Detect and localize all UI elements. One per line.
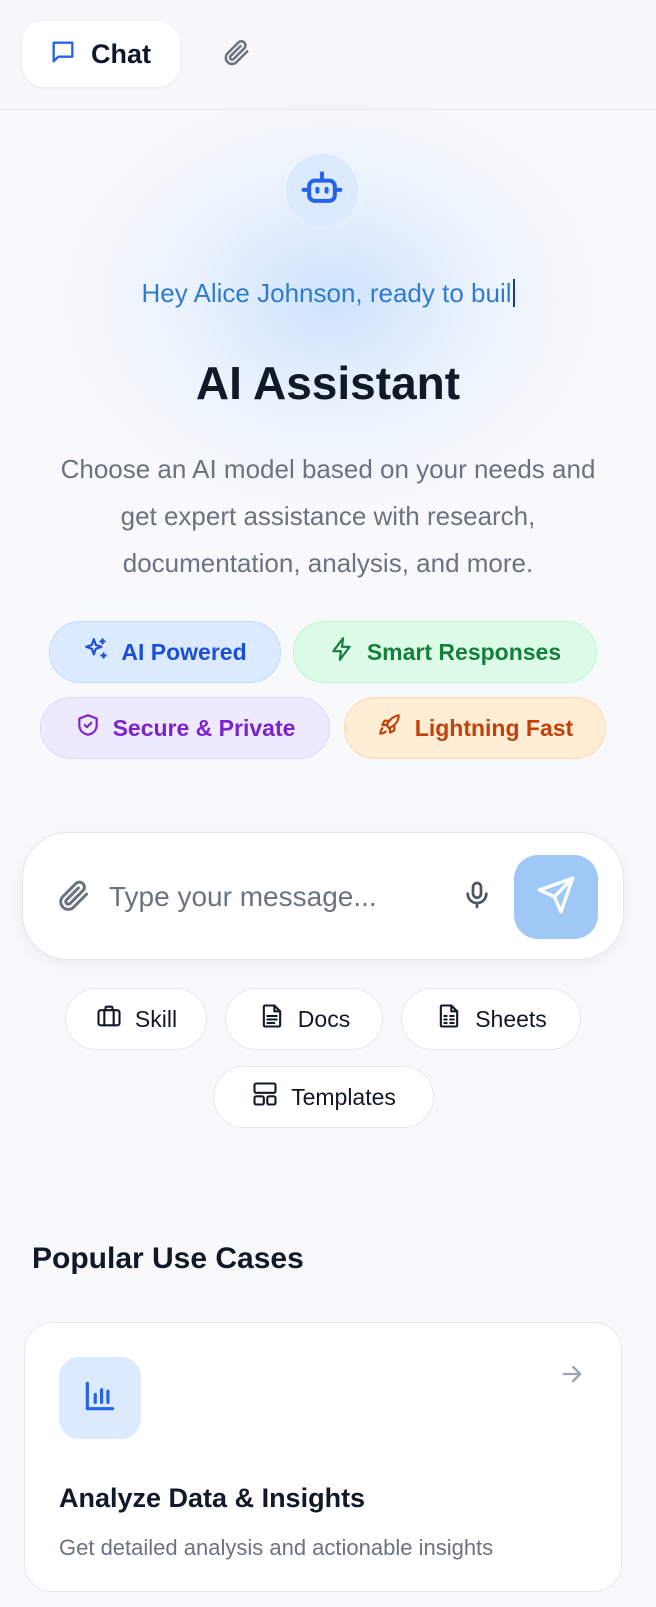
document-icon bbox=[258, 1002, 286, 1036]
tool-chip-templates[interactable]: Templates bbox=[213, 1066, 434, 1128]
tool-chip-skill[interactable]: Skill bbox=[65, 988, 207, 1050]
message-composer bbox=[22, 832, 624, 960]
send-icon bbox=[536, 875, 576, 920]
message-input[interactable] bbox=[109, 867, 449, 927]
spreadsheet-icon bbox=[435, 1002, 463, 1036]
attach-file-button[interactable] bbox=[53, 877, 93, 917]
feature-pill-secure-private: Secure & Private bbox=[40, 697, 330, 759]
use-case-title: Analyze Data & Insights bbox=[59, 1483, 366, 1513]
greeting-text: Hey Alice Johnson, ready to buil bbox=[141, 278, 512, 308]
tab-chat[interactable]: Chat bbox=[22, 21, 180, 87]
tool-chip-docs[interactable]: Docs bbox=[225, 988, 383, 1050]
rocket-icon bbox=[377, 712, 403, 744]
app-page: Chat Hey Alice Johnson, ready to buil AI… bbox=[0, 0, 656, 1607]
page-subtitle: Choose an AI model based on your needs a… bbox=[60, 454, 596, 578]
bot-avatar bbox=[286, 154, 358, 226]
feature-pill-ai-powered: AI Powered bbox=[49, 621, 281, 683]
paperclip-icon bbox=[221, 37, 251, 72]
tool-chip-label: Templates bbox=[291, 1083, 396, 1110]
feature-label: AI Powered bbox=[121, 638, 247, 665]
sparkles-icon bbox=[83, 636, 109, 668]
tab-chat-label: Chat bbox=[91, 38, 151, 69]
shield-icon bbox=[75, 712, 101, 744]
tool-chip-label: Skill bbox=[134, 1005, 178, 1032]
tool-chip-label: Sheets bbox=[475, 1005, 547, 1032]
microphone-icon bbox=[461, 879, 493, 916]
tool-chip-label: Docs bbox=[297, 1005, 351, 1032]
feature-label: Lightning Fast bbox=[414, 714, 574, 741]
robot-icon bbox=[300, 166, 344, 215]
greeting-typing-text: Hey Alice Johnson, ready to buil bbox=[0, 278, 656, 309]
voice-input-button[interactable] bbox=[457, 877, 497, 917]
send-button[interactable] bbox=[514, 855, 598, 939]
layout-icon bbox=[251, 1080, 279, 1114]
briefcase-icon bbox=[95, 1002, 123, 1036]
chat-bubble-icon bbox=[49, 38, 77, 71]
feature-pill-lightning-fast: Lightning Fast bbox=[344, 697, 606, 759]
bar-chart-icon bbox=[81, 1377, 119, 1420]
feature-label: Smart Responses bbox=[366, 638, 562, 665]
section-title-use-cases: Popular Use Cases bbox=[32, 1242, 304, 1275]
page-title: AI Assistant bbox=[195, 357, 461, 409]
use-case-description: Get detailed analysis and actionable ins… bbox=[59, 1535, 494, 1560]
feature-pill-smart-responses: Smart Responses bbox=[293, 621, 597, 683]
arrow-right-icon bbox=[557, 1359, 587, 1389]
tab-attachments[interactable] bbox=[196, 21, 276, 87]
lightning-icon bbox=[329, 636, 355, 668]
feature-label: Secure & Private bbox=[112, 714, 296, 741]
paperclip-icon bbox=[55, 877, 91, 918]
typing-cursor bbox=[512, 279, 515, 307]
use-case-card-analyze-data[interactable]: Analyze Data & Insights Get detailed ana… bbox=[24, 1322, 622, 1592]
tool-chip-sheets[interactable]: Sheets bbox=[401, 988, 581, 1050]
use-case-icon-box bbox=[59, 1357, 141, 1439]
